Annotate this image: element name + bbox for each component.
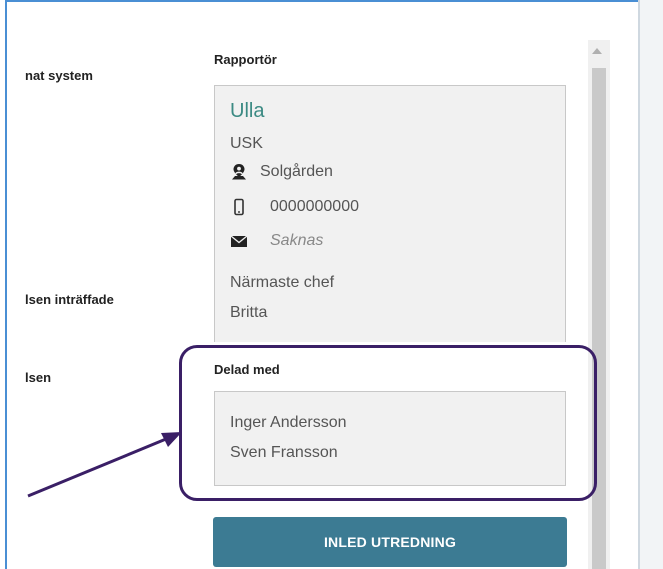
start-investigation-button[interactable]: INLED UTREDNING (213, 517, 567, 567)
annotation-arrow (27, 432, 182, 498)
